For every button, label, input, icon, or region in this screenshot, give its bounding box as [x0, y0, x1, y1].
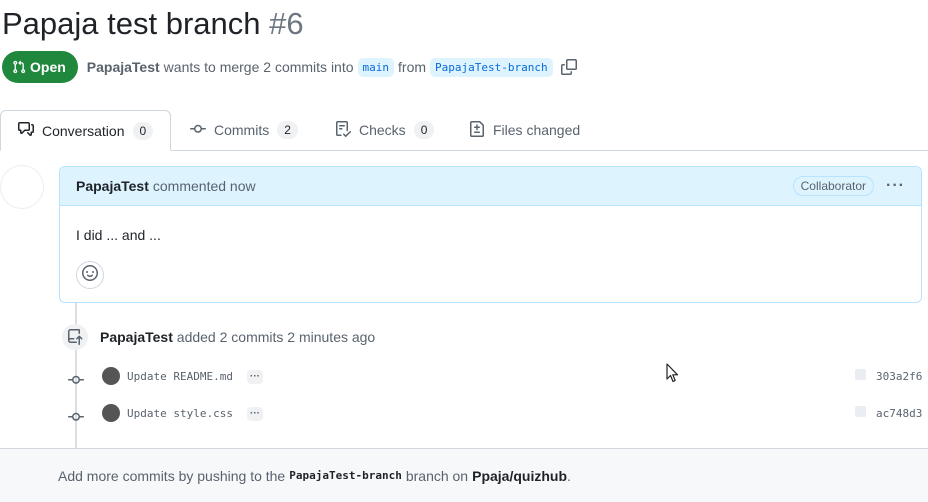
comment-discussion-icon [18, 121, 34, 140]
add-reaction-button[interactable] [76, 261, 104, 289]
pr-tabs: Conversation 0 Commits 2 Checks 0 Files … [0, 110, 928, 151]
footer-prefix: Add more commits by pushing to the [58, 467, 286, 484]
tab-checks-label: Checks [359, 122, 406, 138]
avatar[interactable] [0, 165, 44, 209]
role-badge: Collaborator [792, 176, 875, 196]
tab-files-changed[interactable]: Files changed [469, 110, 580, 150]
comment-body: I did ... and ... [76, 227, 161, 243]
copy-icon[interactable] [560, 59, 577, 75]
tab-conversation-count: 0 [132, 121, 154, 140]
git-commit-icon [190, 121, 206, 140]
pr-status-row: Open PapajaTest wants to merge 2 commits… [2, 50, 577, 84]
commit-event-text: PapajaTest added 2 commits 2 minutes ago [100, 329, 375, 345]
event-author-link[interactable]: PapajaTest [100, 329, 173, 345]
commit-status-icon [855, 406, 866, 417]
file-diff-icon [469, 120, 485, 140]
commit-status-icon [855, 369, 866, 380]
comment-timestamp[interactable]: commented now [153, 178, 256, 194]
commit-author-avatar[interactable] [102, 404, 120, 422]
smiley-icon [82, 264, 98, 286]
comment-box: PapajaTest commented now Collaborator ··… [59, 166, 922, 303]
mouse-cursor-icon [666, 363, 680, 388]
checklist-icon [335, 120, 352, 140]
footer-repo-link[interactable]: Ppaja/quizhub [472, 468, 567, 484]
status-label: Open [30, 59, 66, 75]
footer-branch: PapajaTest-branch [289, 469, 402, 482]
commit-row: Update style.css ··· ac748d3 [0, 404, 928, 428]
footer-middle: branch on [405, 467, 469, 484]
comment-author-link[interactable]: PapajaTest [76, 178, 149, 194]
commit-row: Update README.md ··· 303a2f6 [0, 367, 928, 391]
pr-author-link[interactable]: PapajaTest [87, 59, 160, 75]
tab-conversation-label: Conversation [42, 122, 125, 139]
from-text: from [398, 59, 427, 75]
pr-number: #6 [269, 6, 304, 41]
commit-author-avatar[interactable] [102, 367, 120, 385]
expand-commit-button[interactable]: ··· [247, 370, 263, 384]
status-badge: Open [2, 51, 78, 83]
git-commit-icon [68, 372, 84, 393]
commit-message-link[interactable]: Update style.css [127, 407, 233, 420]
kebab-menu-icon[interactable]: ··· [886, 177, 905, 195]
commit-sha-link[interactable]: 303a2f6 [876, 370, 922, 383]
tab-commits-label: Commits [214, 122, 270, 138]
page-title: Papaja test branch #6 [2, 4, 304, 44]
push-hint-footer: Add more commits by pushing to the Papaj… [0, 448, 928, 502]
git-pull-request-icon [12, 60, 26, 74]
repo-push-icon [62, 324, 88, 350]
tab-commits-count: 2 [277, 121, 298, 139]
commit-sha-link[interactable]: ac748d3 [876, 407, 922, 420]
tab-checks[interactable]: Checks 0 [335, 110, 435, 150]
head-branch-link[interactable]: PapajaTest-branch [430, 57, 553, 77]
tab-checks-count: 0 [413, 121, 435, 139]
expand-commit-button[interactable]: ··· [247, 407, 263, 421]
comment-header: PapajaTest commented now Collaborator ··… [60, 167, 921, 206]
tab-commits[interactable]: Commits 2 [190, 110, 298, 150]
pr-title: Papaja test branch [2, 6, 261, 41]
footer-suffix: . [567, 467, 571, 484]
tab-files-changed-label: Files changed [493, 122, 581, 138]
git-commit-icon [68, 409, 84, 430]
base-branch-link[interactable]: main [357, 57, 395, 77]
tab-conversation[interactable]: Conversation 0 [0, 110, 171, 151]
commit-message-link[interactable]: Update README.md [127, 370, 233, 383]
merge-text: wants to merge 2 commits into [163, 59, 354, 75]
event-description: added 2 commits 2 minutes ago [176, 329, 376, 345]
